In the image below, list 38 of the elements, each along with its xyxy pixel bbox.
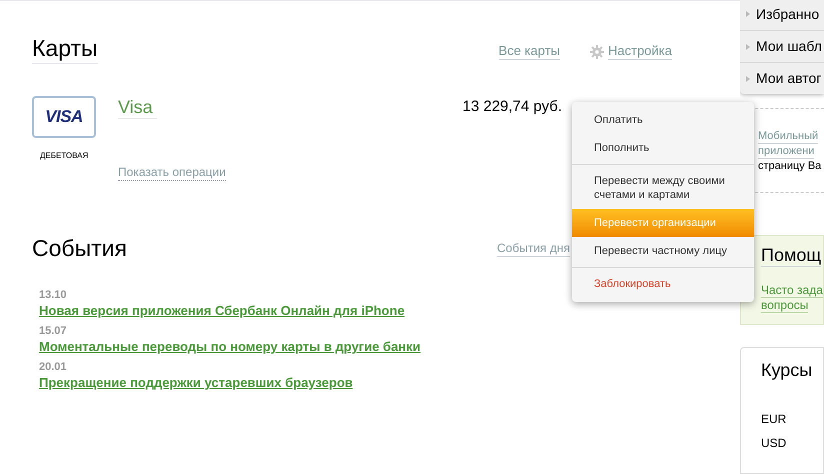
events-of-day-link[interactable]: События дня: [497, 240, 570, 257]
settings-link[interactable]: Настройка: [608, 43, 672, 60]
card-name-link[interactable]: Visa: [118, 96, 157, 119]
event-date: 15.07: [39, 325, 67, 338]
currency-code: EUR: [761, 412, 788, 426]
event-link[interactable]: Прекращение поддержки устаревших браузеров: [39, 374, 353, 391]
mobile-app-link[interactable]: Мобильный: [758, 129, 818, 144]
help-title: Помощ: [761, 244, 822, 267]
mobile-app-link[interactable]: приложени: [758, 144, 814, 159]
menu-item[interactable]: Оплатить: [572, 106, 754, 134]
caret-icon: [746, 44, 750, 50]
event-link[interactable]: Новая версия приложения Сбербанк Онлайн для iPhone: [39, 302, 405, 319]
nav-item[interactable]: Мои шабл: [740, 30, 824, 62]
card-brand-logo: VISA: [45, 106, 83, 128]
card-type: ДЕБЕТОВАЯ: [40, 150, 88, 162]
section-title: События: [32, 234, 127, 263]
caret-icon: [746, 76, 750, 82]
menu-item[interactable]: Перевести частному лицу: [572, 237, 754, 265]
menu-item[interactable]: Перевести организации: [572, 209, 754, 237]
event-date: 13.10: [39, 289, 67, 302]
rates-title: Курсы: [761, 359, 814, 382]
faq-link[interactable]: Часто зада: [761, 283, 823, 298]
menu-item[interactable]: Перевести между своими счетами и картами: [572, 167, 754, 209]
section-title: Карты: [32, 33, 98, 64]
event-link[interactable]: Моментальные переводы по номеру карты в другие банки: [39, 338, 421, 355]
all-cards-link[interactable]: Все карты: [498, 43, 560, 60]
nav-item[interactable]: Избранно: [740, 0, 824, 30]
gear-icon: [590, 44, 604, 58]
event-date: 20.01: [39, 361, 67, 374]
currency-code: USD: [761, 436, 788, 450]
card-balance: 13 229,74 руб.: [462, 97, 562, 117]
promo-text: страницу Ва: [758, 159, 822, 174]
menu-item[interactable]: Пополнить: [572, 134, 754, 162]
faq-link[interactable]: вопросы: [761, 298, 808, 313]
nav-item[interactable]: Мои автог: [740, 62, 824, 94]
show-operations-link[interactable]: Показать операции: [118, 165, 226, 181]
caret-icon: [746, 11, 750, 17]
menu-item[interactable]: Заблокировать: [572, 270, 754, 298]
